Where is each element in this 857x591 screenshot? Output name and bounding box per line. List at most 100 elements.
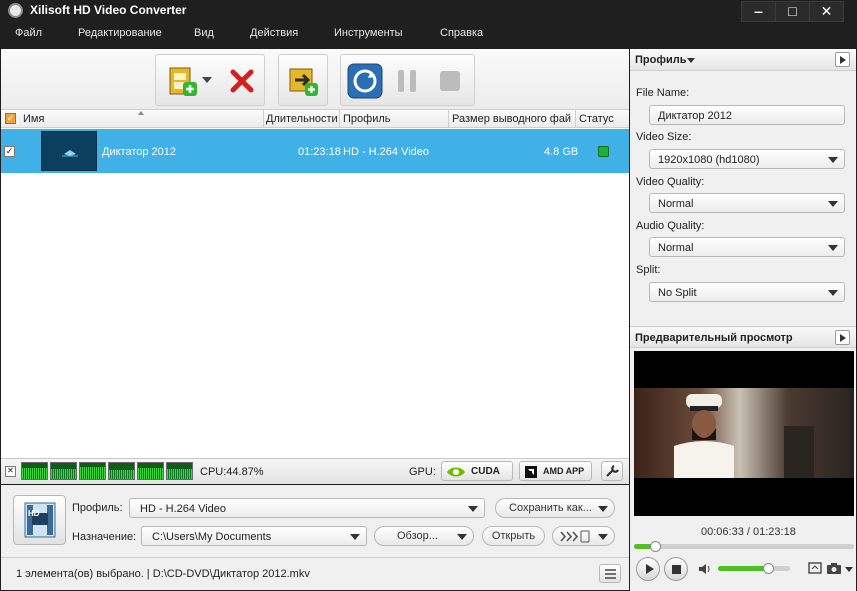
amd-logo-icon [525, 466, 537, 478]
add-remove-group [155, 54, 265, 106]
profile-menu-arrow-icon[interactable] [687, 58, 695, 63]
menu-bar: Файл Редактирование Вид Действия Инструм… [0, 22, 857, 48]
status-indicator [598, 146, 609, 157]
close-button[interactable]: ✕ [809, 1, 844, 22]
browse-button[interactable]: Обзор... [374, 526, 474, 546]
stop-icon[interactable] [434, 65, 466, 97]
row-checkbox[interactable]: ✓ [4, 146, 15, 157]
row-size: 4.8 GB [544, 146, 579, 158]
column-header: ✓ Имя Длительности Профиль Размер выводн… [1, 109, 629, 128]
cpu-usage-text: CPU:44.87% [200, 466, 264, 478]
profile-icon-button[interactable]: HD [13, 495, 66, 545]
destination-field[interactable]: C:\Users\My Documents [141, 526, 367, 546]
cpu-meter [50, 462, 77, 480]
menu-edit[interactable]: Редактирование [78, 27, 162, 39]
row-name: Диктатор 2012 [102, 146, 176, 158]
preview-window-icon[interactable] [808, 561, 822, 575]
video-quality-select[interactable]: Normal [649, 193, 845, 213]
open-button[interactable]: Открыть [482, 526, 545, 546]
select-all-checkbox[interactable]: ✓ [5, 113, 16, 124]
seek-handle[interactable] [650, 541, 661, 552]
menu-actions[interactable]: Действия [250, 27, 298, 39]
row-duration: 01:23:18 [298, 146, 341, 158]
status-bar-text: 1 элемента(ов) выбрано. | D:\CD-DVD\Дикт… [16, 568, 310, 580]
amd-app-button[interactable]: AMD APP [519, 461, 592, 481]
properties-pane: Профиль File Name: Диктатор 2012 Video S… [630, 49, 856, 591]
volume-handle[interactable] [763, 563, 774, 574]
profile-select[interactable]: HD - H.264 Video [129, 498, 485, 518]
cuda-button[interactable]: CUDA [441, 461, 513, 481]
menu-tools[interactable]: Инструменты [334, 27, 403, 39]
volume-icon[interactable] [698, 563, 712, 575]
file-name-input[interactable]: Диктатор 2012 [649, 105, 845, 125]
expand-profile-button[interactable] [835, 52, 850, 67]
snapshot-menu-arrow-icon[interactable] [845, 567, 853, 572]
close-meter-icon[interactable]: ✕ [5, 466, 16, 477]
split-label: Split: [636, 264, 661, 276]
red-x-icon[interactable] [226, 65, 258, 97]
save-as-button[interactable]: Сохранить как... [495, 498, 615, 518]
cpu-meter [21, 462, 48, 480]
convert-refresh-icon[interactable] [347, 63, 383, 99]
film-export-icon[interactable] [287, 65, 319, 97]
cpu-meter [137, 462, 164, 480]
settings-wrench-button[interactable] [601, 461, 623, 481]
add-dropdown-arrow[interactable] [202, 77, 212, 83]
video-thumbnail [41, 131, 97, 171]
gpu-label: GPU: [409, 466, 436, 478]
file-list-pane: ✓ Имя Длительности Профиль Размер выводн… [1, 49, 629, 459]
split-select[interactable]: No Split [649, 282, 845, 302]
sort-arrow-icon [138, 111, 144, 115]
film-add-icon[interactable] [166, 65, 198, 97]
transfer-device-button[interactable] [552, 526, 615, 546]
video-frame [634, 388, 854, 478]
profile-label: Профиль: [72, 502, 123, 514]
preview-time: 00:06:33 / 01:23:18 [701, 526, 796, 538]
expand-preview-button[interactable] [835, 330, 850, 345]
menu-file[interactable]: Файл [15, 27, 42, 39]
preview-video[interactable] [634, 351, 854, 516]
column-output-size[interactable]: Размер выводного фай [452, 113, 571, 125]
preview-panel-title: Предварительный просмотр [635, 332, 793, 344]
log-button[interactable] [599, 564, 621, 583]
play-button[interactable] [636, 557, 660, 581]
convert-group [340, 54, 475, 106]
video-quality-label: Video Quality: [636, 176, 705, 188]
file-name-label: File Name: [636, 87, 690, 99]
column-status[interactable]: Статус [579, 113, 614, 125]
audio-quality-select[interactable]: Normal [649, 237, 845, 257]
maximize-button[interactable]: □ [775, 1, 810, 22]
main-toolbar [1, 49, 629, 109]
destination-label: Назначение: [72, 531, 137, 543]
add-output-group [278, 54, 328, 106]
video-size-select[interactable]: 1920x1080 (hd1080) [649, 149, 845, 169]
minimize-button[interactable]: ‒ [741, 1, 776, 22]
table-row[interactable]: ✓ Диктатор 2012 01:23:18 HD - H.264 Vide… [1, 129, 629, 173]
column-profile[interactable]: Профиль [343, 113, 391, 125]
window-title: Xilisoft HD Video Converter [30, 3, 187, 17]
seek-bar[interactable] [634, 541, 854, 552]
pause-icon[interactable] [391, 65, 423, 97]
cpu-meter [108, 462, 135, 480]
gpu-cpu-bar: ✕ CPU:44.87% GPU: CUDA AMD APP [1, 458, 629, 484]
volume-slider[interactable] [718, 563, 790, 574]
list-icon [605, 569, 616, 579]
column-name[interactable]: Имя [23, 113, 44, 125]
cpu-meter [79, 462, 106, 480]
output-settings-panel: HD Профиль: HD - H.264 Video Сохранить к… [1, 485, 629, 590]
seek-progress [634, 544, 652, 549]
menu-help[interactable]: Справка [440, 27, 483, 39]
cpu-meter [166, 462, 193, 480]
video-size-label: Video Size: [636, 131, 692, 143]
profile-panel-title[interactable]: Профиль [635, 54, 686, 66]
stop-preview-button[interactable] [664, 557, 688, 581]
profile-panel-header: Профиль [630, 49, 856, 71]
row-profile: HD - H.264 Video [343, 146, 430, 158]
snapshot-camera-icon[interactable] [826, 561, 842, 575]
app-logo-icon [8, 3, 23, 18]
nvidia-eye-icon [447, 467, 465, 477]
menu-view[interactable]: Вид [194, 27, 214, 39]
hd-video-icon [24, 502, 56, 538]
column-duration[interactable]: Длительности [266, 113, 338, 125]
title-bar: Xilisoft HD Video Converter ‒ □ ✕ [0, 0, 857, 22]
